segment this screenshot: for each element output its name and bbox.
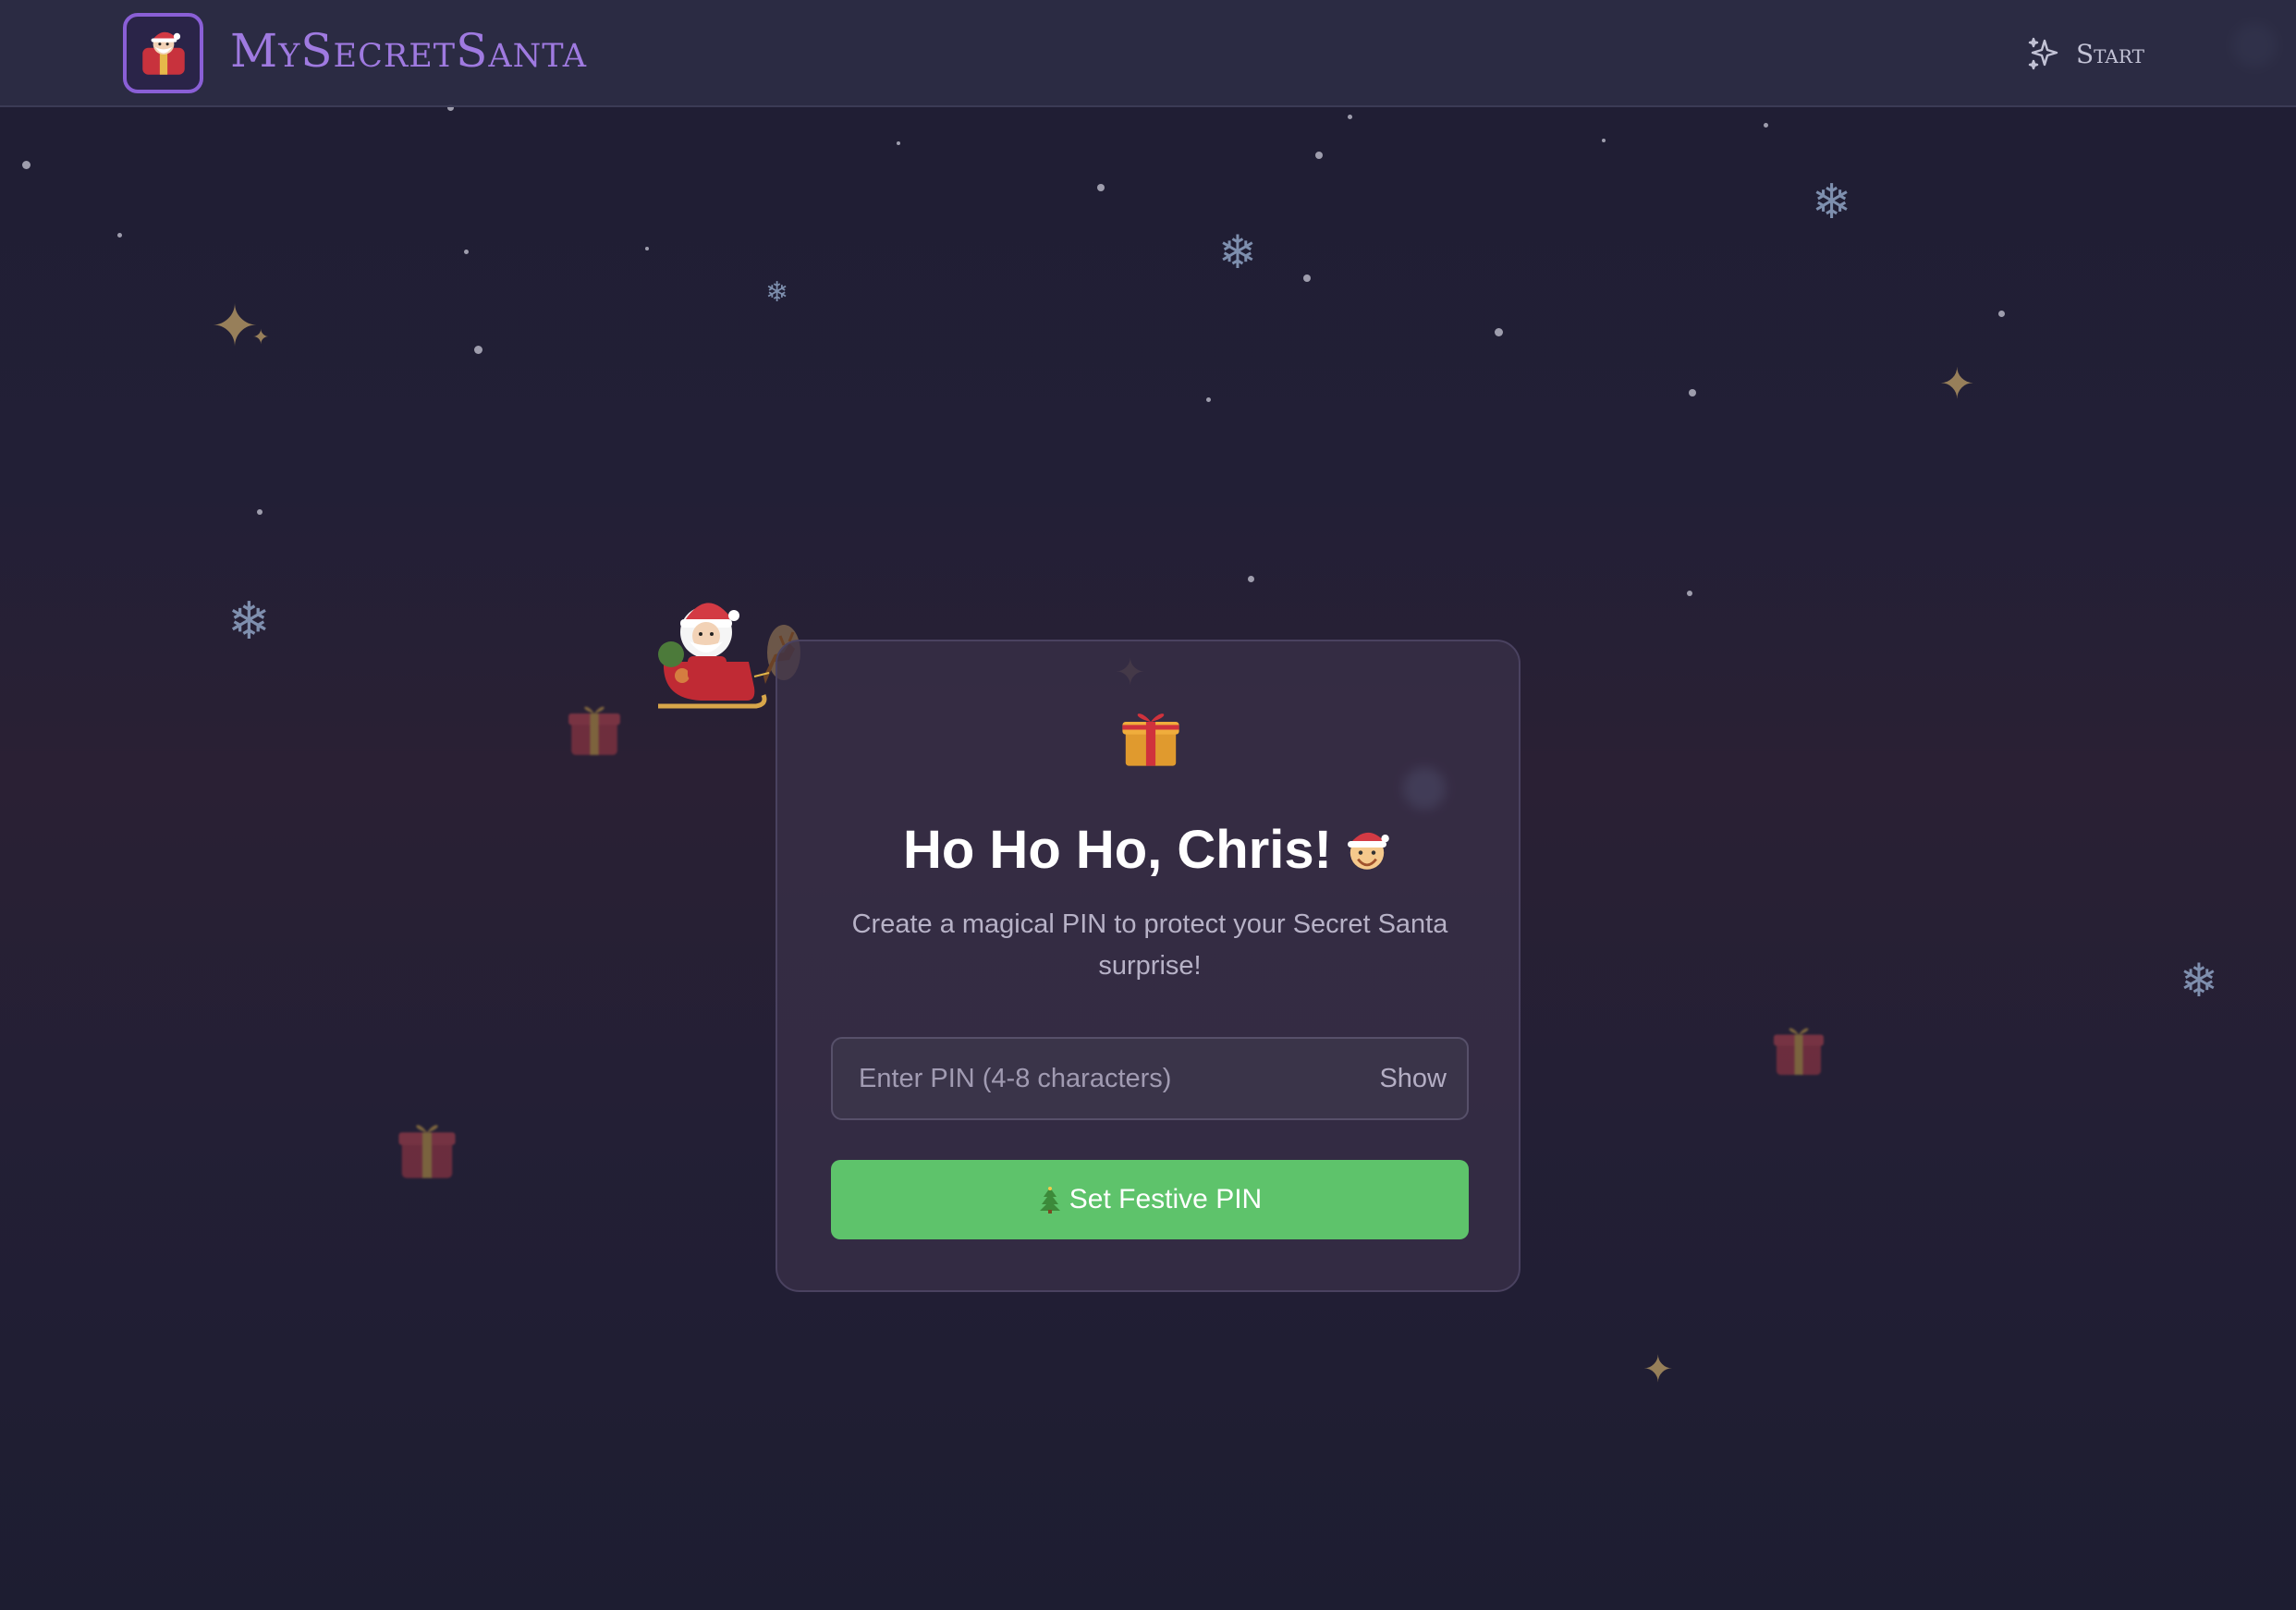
floating-gift-icon xyxy=(1774,1028,1824,1075)
greeting-title: Ho Ho Ho, Chris! xyxy=(777,819,1519,881)
star-dot xyxy=(1303,274,1311,282)
sparkles-icon xyxy=(2028,37,2058,70)
floating-gift-icon xyxy=(568,706,620,755)
show-pin-toggle[interactable]: Show xyxy=(1379,1039,1447,1118)
star-dot xyxy=(1998,311,2005,317)
set-pin-button[interactable]: Set Festive PIN xyxy=(831,1160,1469,1239)
star-dot xyxy=(117,233,122,238)
sparkle-icon: ✦ xyxy=(252,326,270,349)
star-dot xyxy=(897,141,900,145)
star-dot xyxy=(1495,328,1503,336)
snowflake-icon: ❄ xyxy=(2180,954,2218,1007)
star-dot xyxy=(257,509,263,515)
star-dot xyxy=(1687,591,1692,596)
pin-card: Ho Ho Ho, Chris! Create a magical PIN to… xyxy=(776,640,1520,1292)
star-dot xyxy=(1206,397,1211,402)
star-dot xyxy=(645,247,649,250)
star-dot xyxy=(22,161,31,169)
star-dot xyxy=(1764,123,1768,128)
sparkle-icon: ✦ xyxy=(1939,359,1975,409)
snowflake-icon: ❄ xyxy=(227,592,271,652)
brand-name[interactable]: MySecretSanta xyxy=(230,24,587,78)
star-dot xyxy=(1689,389,1696,396)
snowflake-icon: ❄ xyxy=(765,276,789,309)
top-navbar: MySecretSanta Start xyxy=(0,0,2296,107)
star-dot xyxy=(1315,152,1323,159)
set-pin-label: Set Festive PIN xyxy=(1069,1184,1263,1214)
start-label: Start xyxy=(2076,38,2144,69)
snowflake-icon: ❄ xyxy=(1812,175,1852,230)
santa-face-icon xyxy=(1347,832,1389,870)
pin-instructions: Create a magical PIN to protect your Sec… xyxy=(851,909,1448,981)
star-dot xyxy=(474,346,482,354)
star-dot xyxy=(1348,115,1352,119)
logo[interactable] xyxy=(123,13,203,93)
greeting-text: Ho Ho Ho, Chris! xyxy=(903,820,1332,880)
floating-gift-icon xyxy=(398,1125,456,1178)
santa-logo-icon xyxy=(141,31,185,75)
star-dot xyxy=(464,250,469,254)
pin-field: Show xyxy=(831,1037,1469,1120)
gift-icon xyxy=(1122,714,1179,766)
start-button[interactable]: Start xyxy=(2026,28,2144,79)
star-dot xyxy=(1097,184,1105,191)
sparkle-icon: ✦ xyxy=(1643,1348,1674,1391)
pin-input[interactable] xyxy=(833,1039,1350,1118)
snowflake-icon: ❄ xyxy=(1218,226,1257,279)
star-dot xyxy=(1248,576,1254,582)
christmas-tree-icon xyxy=(1039,1187,1060,1214)
star-dot xyxy=(1602,139,1606,142)
